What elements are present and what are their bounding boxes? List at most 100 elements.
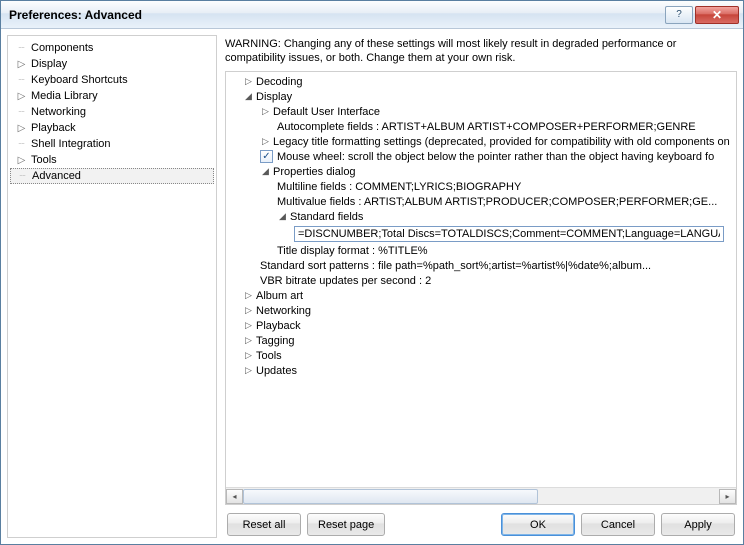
close-button[interactable]: ✕	[695, 6, 739, 24]
scroll-track[interactable]	[243, 489, 719, 504]
tree-item-legacy[interactable]: ▷Legacy title formatting settings (depre…	[226, 134, 736, 149]
expand-icon[interactable]: ▷	[243, 305, 254, 316]
tree-label: Networking	[256, 305, 311, 317]
tree-label: Updates	[256, 365, 297, 377]
sidebar-item-label: Keyboard Shortcuts	[31, 74, 128, 86]
tree-label: Album art	[256, 290, 303, 302]
tree-label: Properties dialog	[273, 166, 356, 178]
warning-text: WARNING: Changing any of these settings …	[225, 35, 737, 71]
apply-button[interactable]: Apply	[661, 513, 735, 536]
scroll-left-button[interactable]: ◂	[226, 489, 243, 504]
tree-item-stdfields-edit[interactable]	[226, 224, 736, 243]
window-title: Preferences: Advanced	[9, 8, 665, 22]
sidebar-item-shell[interactable]: Shell Integration	[10, 136, 214, 152]
close-icon: ✕	[712, 8, 722, 22]
expand-icon[interactable]: ▷	[16, 123, 27, 134]
tree-item-display[interactable]: ◢Display	[226, 89, 736, 104]
sidebar-item-label: Networking	[31, 106, 86, 118]
category-sidebar[interactable]: Components ▷ Display Keyboard Shortcuts ▷…	[7, 35, 217, 538]
tree-item-dui[interactable]: ▷Default User Interface	[226, 104, 736, 119]
sidebar-item-display[interactable]: ▷ Display	[10, 56, 214, 72]
sidebar-item-label: Media Library	[31, 90, 98, 102]
window-controls: ? ✕	[665, 6, 739, 24]
collapse-icon[interactable]: ◢	[260, 166, 271, 177]
sidebar-item-tools[interactable]: ▷ Tools	[10, 152, 214, 168]
titlebar[interactable]: Preferences: Advanced ? ✕	[1, 1, 743, 29]
tree-item-vbr[interactable]: VBR bitrate updates per second : 2	[226, 273, 736, 288]
sidebar-item-label: Tools	[31, 154, 57, 166]
tree-item-networking[interactable]: ▷Networking	[226, 303, 736, 318]
tree-label: VBR bitrate updates per second : 2	[260, 275, 431, 287]
spacer	[391, 513, 495, 536]
tree-item-multivalue[interactable]: Multivalue fields : ARTIST;ALBUM ARTIST;…	[226, 194, 736, 209]
checkbox-checked-icon[interactable]: ✓	[260, 150, 273, 163]
tree-item-albumart[interactable]: ▷Album art	[226, 288, 736, 303]
button-bar: Reset all Reset page OK Cancel Apply	[225, 505, 737, 538]
help-button[interactable]: ?	[665, 6, 693, 24]
expand-icon[interactable]: ▷	[243, 365, 254, 376]
reset-page-button[interactable]: Reset page	[307, 513, 385, 536]
ok-button[interactable]: OK	[501, 513, 575, 536]
preferences-window: Preferences: Advanced ? ✕ Components ▷Di…	[0, 0, 744, 545]
tree-label: Standard fields	[290, 211, 363, 223]
tree-item-tools[interactable]: ▷Tools	[226, 348, 736, 363]
tree-item-multiline[interactable]: Multiline fields : COMMENT;LYRICS;BIOGRA…	[226, 179, 736, 194]
main-panel: WARNING: Changing any of these settings …	[225, 35, 737, 538]
collapse-icon[interactable]: ◢	[243, 91, 254, 102]
tree-item-stdsort[interactable]: Standard sort patterns : file path=%path…	[226, 258, 736, 273]
settings-tree-container: ▷Decoding ◢Display ▷Default User Interfa…	[225, 71, 737, 505]
tree-label: Title display format : %TITLE%	[277, 245, 428, 257]
tree-item-titledisp[interactable]: Title display format : %TITLE%	[226, 243, 736, 258]
sidebar-item-label: Components	[31, 42, 93, 54]
tree-item-updates[interactable]: ▷Updates	[226, 363, 736, 378]
tree-label: Decoding	[256, 76, 302, 88]
tree-item-mousewheel[interactable]: ✓ Mouse wheel: scroll the object below th…	[226, 149, 736, 164]
reset-all-button[interactable]: Reset all	[227, 513, 301, 536]
expand-icon[interactable]: ▷	[260, 106, 271, 117]
expand-icon[interactable]: ▷	[16, 91, 27, 102]
expand-icon[interactable]: ▷	[16, 155, 27, 166]
standard-fields-input[interactable]	[294, 226, 724, 242]
sidebar-item-advanced[interactable]: Advanced	[10, 168, 214, 184]
expand-icon[interactable]: ▷	[243, 335, 254, 346]
sidebar-item-medialib[interactable]: ▷ Media Library	[10, 88, 214, 104]
scroll-thumb[interactable]	[243, 489, 538, 504]
tree-item-stdfields[interactable]: ◢Standard fields	[226, 209, 736, 224]
settings-tree[interactable]: ▷Decoding ◢Display ▷Default User Interfa…	[226, 72, 736, 487]
tree-label: Tagging	[256, 335, 295, 347]
scroll-right-button[interactable]: ▸	[719, 489, 736, 504]
collapse-icon[interactable]: ◢	[277, 211, 288, 222]
sidebar-item-playback[interactable]: ▷ Playback	[10, 120, 214, 136]
tree-item-tagging[interactable]: ▷Tagging	[226, 333, 736, 348]
tree-line-icon	[17, 171, 28, 182]
cancel-button[interactable]: Cancel	[581, 513, 655, 536]
sidebar-item-networking[interactable]: Networking	[10, 104, 214, 120]
expand-icon[interactable]: ▷	[243, 350, 254, 361]
tree-item-autocomplete[interactable]: Autocomplete fields : ARTIST+ALBUM ARTIS…	[226, 119, 736, 134]
sidebar-item-keyboard[interactable]: Keyboard Shortcuts	[10, 72, 214, 88]
tree-item-propdlg[interactable]: ◢Properties dialog	[226, 164, 736, 179]
expand-icon[interactable]: ▷	[243, 290, 254, 301]
sidebar-item-components[interactable]: Components	[10, 40, 214, 56]
sidebar-item-label: Display	[31, 58, 67, 70]
tree-line-icon	[16, 43, 27, 54]
tree-line-icon	[16, 107, 27, 118]
tree-label: Mouse wheel: scroll the object below the…	[277, 151, 714, 163]
expand-icon[interactable]: ▷	[16, 59, 27, 70]
sidebar-item-label: Shell Integration	[31, 138, 111, 150]
tree-item-playback[interactable]: ▷Playback	[226, 318, 736, 333]
tree-label: Multivalue fields : ARTIST;ALBUM ARTIST;…	[277, 196, 717, 208]
tree-label: Multiline fields : COMMENT;LYRICS;BIOGRA…	[277, 181, 521, 193]
tree-label: Legacy title formatting settings (deprec…	[273, 136, 730, 148]
tree-label: Standard sort patterns : file path=%path…	[260, 260, 651, 272]
expand-icon[interactable]: ▷	[243, 76, 254, 87]
expand-icon[interactable]: ▷	[243, 320, 254, 331]
horizontal-scrollbar[interactable]: ◂ ▸	[226, 487, 736, 504]
tree-line-icon	[16, 75, 27, 86]
tree-item-decoding[interactable]: ▷Decoding	[226, 74, 736, 89]
sidebar-item-label: Playback	[31, 122, 76, 134]
expand-icon[interactable]: ▷	[260, 136, 271, 147]
tree-label: Playback	[256, 320, 301, 332]
tree-label: Autocomplete fields : ARTIST+ALBUM ARTIS…	[277, 121, 696, 133]
tree-label: Display	[256, 91, 292, 103]
